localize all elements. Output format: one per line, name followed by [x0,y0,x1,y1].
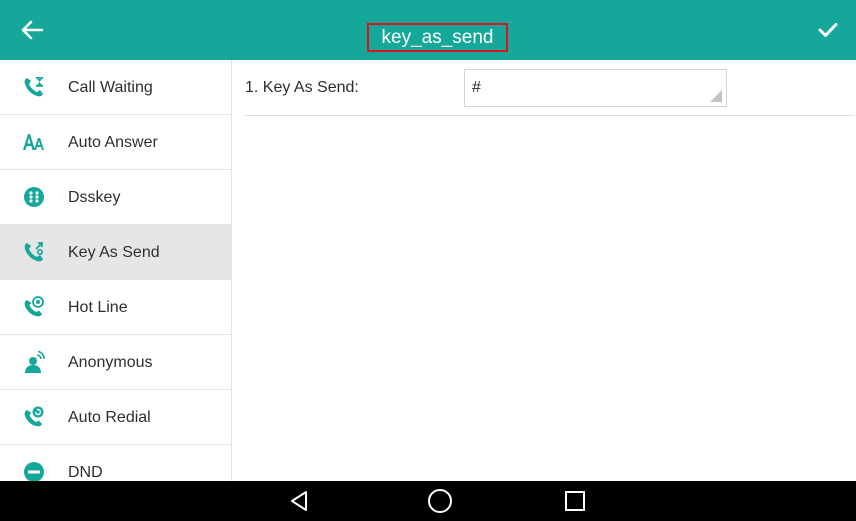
key-as-send-icon [22,240,46,264]
anonymous-icon [22,350,46,374]
nav-recents-button[interactable] [550,481,600,521]
sidebar-item-label: Key As Send [68,243,160,261]
title-bar: key_as_send [0,0,856,60]
sidebar-item-auto-answer[interactable]: Auto Answer [0,115,231,170]
phone-screen: key_as_send Call Waiting Auto Answer Dss… [0,0,856,521]
sidebar-item-anonymous[interactable]: Anonymous [0,335,231,390]
nav-back-icon [291,491,307,511]
setting-row-key-as-send: 1. Key As Send: # [245,60,855,116]
nav-home-button[interactable] [415,481,465,521]
checkmark-icon [818,23,838,37]
sidebar-item-dsskey[interactable]: Dsskey [0,170,231,225]
sidebar-item-label: Call Waiting [68,78,153,96]
select-value: # [472,79,481,96]
call-waiting-icon [22,75,46,99]
sidebar-item-label: Dsskey [68,188,121,206]
sidebar-item-label: Anonymous [68,353,153,371]
sidebar-item-dnd[interactable]: DND [0,445,231,481]
auto-answer-icon [22,130,46,154]
page-title: key_as_send [367,23,508,52]
sidebar-item-label: Auto Redial [68,408,151,426]
dnd-icon [22,460,46,481]
auto-redial-icon [22,405,46,429]
sidebar-item-hot-line[interactable]: Hot Line [0,280,231,335]
sidebar: Call Waiting Auto Answer Dsskey Key As S… [0,60,232,481]
back-arrow-icon [21,20,43,40]
sidebar-item-key-as-send[interactable]: Key As Send [0,225,231,280]
sidebar-item-label: Hot Line [68,298,128,316]
nav-home-icon [428,489,452,513]
dropdown-corner-icon [710,90,722,102]
nav-recents-icon [565,491,585,511]
sidebar-item-auto-redial[interactable]: Auto Redial [0,390,231,445]
setting-label: 1. Key As Send: [245,79,359,96]
settings-panel: 1. Key As Send: # [232,60,856,481]
nav-back-button[interactable] [274,481,324,521]
confirm-button[interactable] [806,10,850,50]
sidebar-item-label: DND [68,463,103,481]
back-button[interactable] [10,10,54,50]
key-as-send-select[interactable]: # [464,69,727,107]
system-nav-bar [0,481,856,521]
dsskey-icon [22,185,46,209]
sidebar-item-label: Auto Answer [68,133,158,151]
sidebar-item-call-waiting[interactable]: Call Waiting [0,60,231,115]
hot-line-icon [22,295,46,319]
